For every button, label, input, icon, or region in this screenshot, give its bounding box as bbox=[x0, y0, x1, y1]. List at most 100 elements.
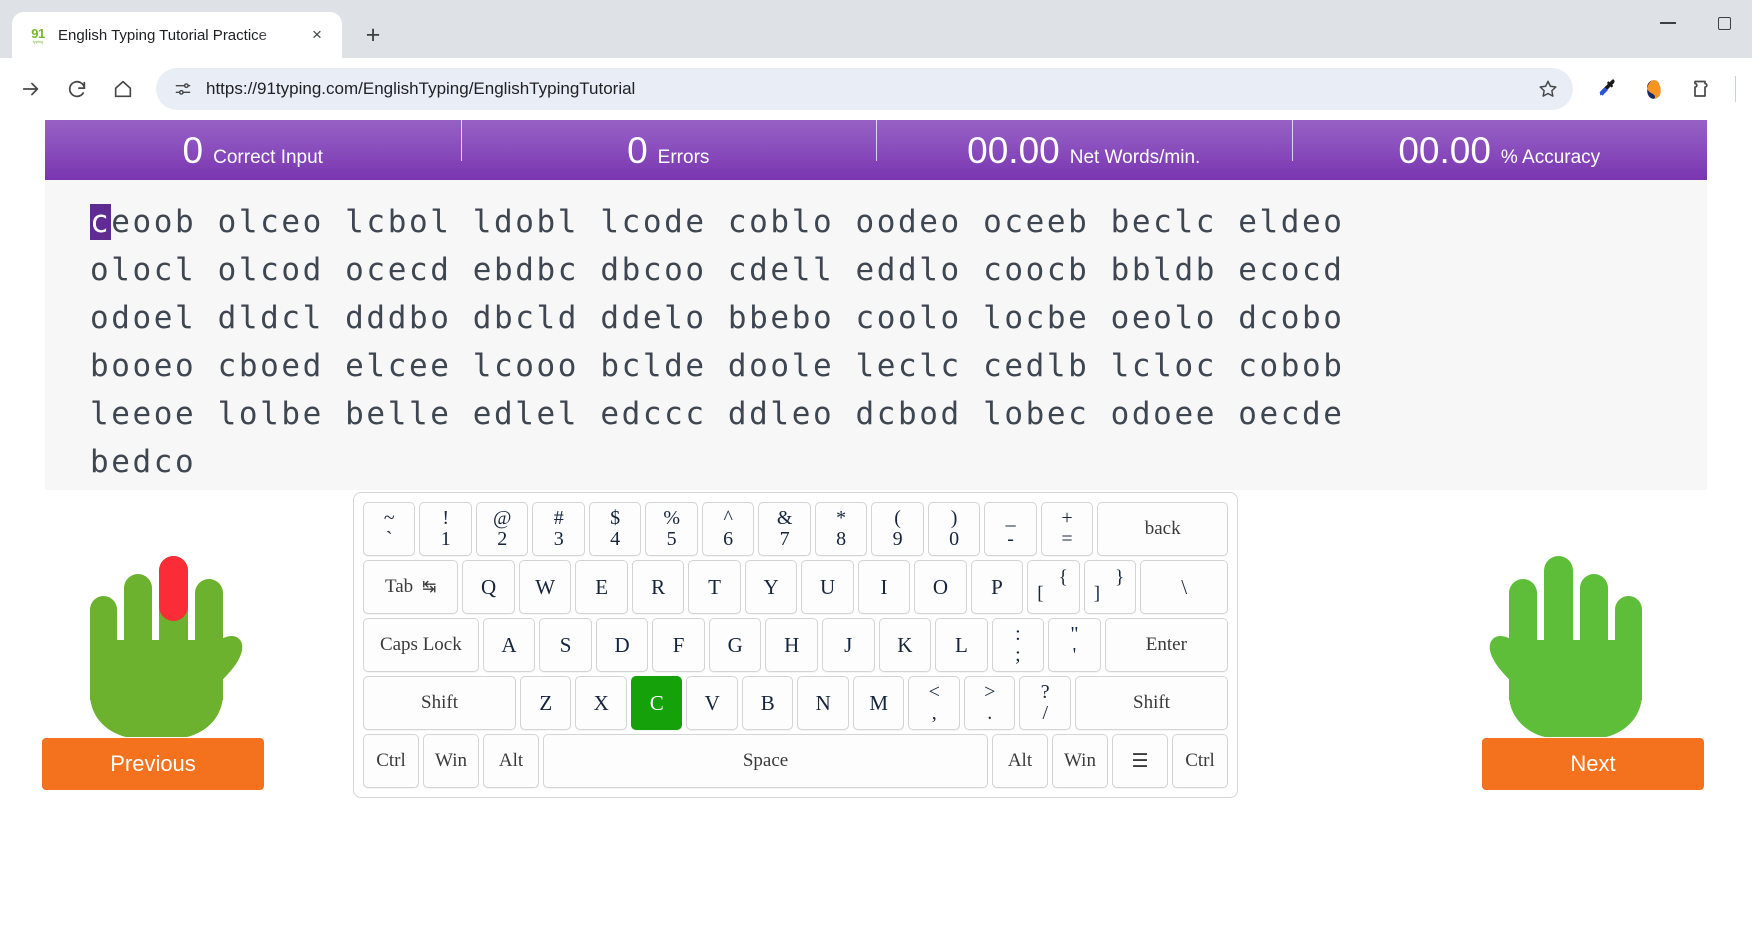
keyboard-row-numbers: ~ ` ! 1 @2 #3 $4 % 5 ^ 6 & 7 * 8 (9 ) 0 _ - + = b… bbox=[363, 502, 1229, 556]
key-slash[interactable]: ? / bbox=[1019, 676, 1071, 730]
key-f[interactable]: F bbox=[652, 618, 705, 672]
tab-arrow-icon: ↹ bbox=[422, 577, 437, 596]
key-h[interactable]: H bbox=[765, 618, 818, 672]
key-menu-icon[interactable]: ☰ bbox=[1111, 734, 1168, 788]
key-backspace[interactable]: back bbox=[1097, 502, 1229, 556]
key-ctrl-left[interactable]: Ctrl bbox=[363, 734, 420, 788]
maximize-icon[interactable] bbox=[1696, 0, 1752, 46]
stat-label: Correct Input bbox=[213, 146, 323, 168]
tab-strip: 91 typing English Typing Tutorial Practic… bbox=[0, 0, 1752, 58]
key-d[interactable]: D bbox=[595, 618, 649, 672]
key-4[interactable]: $4 bbox=[588, 502, 642, 556]
key-0[interactable]: ) 0 bbox=[927, 502, 981, 556]
close-icon[interactable]: × bbox=[304, 22, 330, 48]
key-a[interactable]: A bbox=[482, 618, 536, 672]
key-3[interactable]: #3 bbox=[532, 502, 585, 556]
key-quote[interactable]: " ' bbox=[1048, 618, 1101, 672]
address-bar[interactable]: https://91typing.com/EnglishTyping/Engli… bbox=[156, 68, 1573, 110]
star-icon[interactable] bbox=[1529, 70, 1567, 108]
key-c[interactable]: C bbox=[630, 676, 683, 730]
key-enter[interactable]: Enter bbox=[1104, 618, 1229, 672]
key-minus[interactable]: _ - bbox=[984, 502, 1037, 556]
key-6[interactable]: ^ 6 bbox=[701, 502, 755, 556]
key-backtick[interactable]: ~ ` bbox=[363, 502, 416, 556]
key-p[interactable]: P bbox=[970, 560, 1024, 614]
key-y[interactable]: Y bbox=[744, 560, 798, 614]
typing-line: bedco bbox=[90, 444, 197, 480]
key-8[interactable]: * 8 bbox=[814, 502, 868, 556]
minimize-icon[interactable] bbox=[1640, 0, 1696, 46]
key-equals[interactable]: + = bbox=[1040, 502, 1094, 556]
key-m[interactable]: M bbox=[852, 676, 905, 730]
key-z[interactable]: Z bbox=[519, 676, 572, 730]
previous-button[interactable]: Previous bbox=[42, 738, 264, 790]
key-space[interactable]: Space bbox=[543, 734, 988, 788]
extensions-puzzle-icon[interactable] bbox=[1681, 68, 1723, 110]
key-q[interactable]: Q bbox=[462, 560, 515, 614]
key-r[interactable]: R bbox=[631, 560, 685, 614]
key-period[interactable]: >. bbox=[963, 676, 1016, 730]
key-b[interactable]: B bbox=[741, 676, 794, 730]
stat-value: 00.00 bbox=[967, 129, 1060, 171]
key-shift-left[interactable]: Shift bbox=[363, 676, 516, 730]
key-7[interactable]: & 7 bbox=[758, 502, 811, 556]
key-1[interactable]: ! 1 bbox=[419, 502, 472, 556]
key-alt-left[interactable]: Alt bbox=[483, 734, 540, 788]
typing-line: odoel dldcl dddbo dbcld ddelo bbebo cool… bbox=[90, 300, 1345, 336]
key-e[interactable]: E bbox=[575, 560, 628, 614]
key-bracket-left[interactable]: { [ bbox=[1027, 560, 1080, 614]
key-s[interactable]: S bbox=[539, 618, 592, 672]
key-l[interactable]: L bbox=[935, 618, 988, 672]
key-2[interactable]: @2 bbox=[475, 502, 529, 556]
key-k[interactable]: K bbox=[878, 618, 932, 672]
key-n[interactable]: N bbox=[797, 676, 849, 730]
key-j[interactable]: J bbox=[822, 618, 875, 672]
key-u[interactable]: U bbox=[801, 560, 854, 614]
key-bottom-label: 4 bbox=[610, 528, 621, 550]
key-top-label: ) bbox=[950, 507, 958, 529]
reload-icon[interactable] bbox=[56, 68, 98, 110]
key-semicolon[interactable]: :; bbox=[991, 618, 1045, 672]
home-icon[interactable] bbox=[102, 68, 144, 110]
key-backslash[interactable]: \ bbox=[1140, 560, 1229, 614]
key-bracket-right[interactable]: } ] bbox=[1083, 560, 1137, 614]
key-g[interactable]: G bbox=[708, 618, 762, 672]
key-t[interactable]: T bbox=[688, 560, 741, 614]
key-9[interactable]: (9 bbox=[871, 502, 924, 556]
key-win-left[interactable]: Win bbox=[423, 734, 480, 788]
key-caps-lock[interactable]: Caps Lock bbox=[363, 618, 479, 672]
key-top-label: * bbox=[836, 507, 847, 529]
key-v[interactable]: V bbox=[686, 676, 738, 730]
colorpick-extension-icon[interactable] bbox=[1633, 68, 1675, 110]
key-bottom-label: 2 bbox=[497, 528, 508, 550]
page-content: 0 Correct Input 0 Errors 00.00 Net Words… bbox=[0, 120, 1752, 937]
key-i[interactable]: I bbox=[857, 560, 911, 614]
key-bottom-label: ; bbox=[1015, 644, 1021, 666]
typing-practice-text[interactable]: ceoob olceo lcbol ldobl lcode coblo oode… bbox=[45, 180, 1707, 490]
stat-value: 0 bbox=[182, 129, 204, 171]
key-alt-right[interactable]: Alt bbox=[991, 734, 1048, 788]
new-tab-button[interactable]: + bbox=[354, 16, 392, 54]
key-win-right[interactable]: Win bbox=[1051, 734, 1108, 788]
key-top-label: ? bbox=[1040, 681, 1050, 703]
key-5[interactable]: % 5 bbox=[645, 502, 698, 556]
browser-tab[interactable]: 91 typing English Typing Tutorial Practic… bbox=[12, 12, 342, 58]
key-top-label: } bbox=[1115, 567, 1125, 588]
stat-errors: 0 Errors bbox=[460, 120, 877, 169]
91typing-logo-icon: 91 typing bbox=[31, 25, 45, 44]
key-ctrl-right[interactable]: Ctrl bbox=[1172, 734, 1229, 788]
site-settings-icon[interactable] bbox=[166, 72, 200, 106]
stat-label: % Accuracy bbox=[1500, 146, 1601, 168]
key-x[interactable]: X bbox=[575, 676, 627, 730]
key-w[interactable]: W bbox=[518, 560, 572, 614]
key-top-label: ! bbox=[442, 507, 450, 529]
key-shift-right[interactable]: Shift bbox=[1074, 676, 1228, 730]
eyedropper-extension-icon[interactable] bbox=[1585, 68, 1627, 110]
key-tab[interactable]: Tab ↹ bbox=[363, 560, 459, 614]
next-button[interactable]: Next bbox=[1482, 738, 1704, 790]
key-o[interactable]: O bbox=[914, 560, 967, 614]
key-top-label: > bbox=[984, 681, 996, 703]
forward-arrow-icon[interactable] bbox=[10, 68, 52, 110]
key-bottom-label: . bbox=[987, 702, 993, 724]
key-comma[interactable]: <, bbox=[908, 676, 960, 730]
